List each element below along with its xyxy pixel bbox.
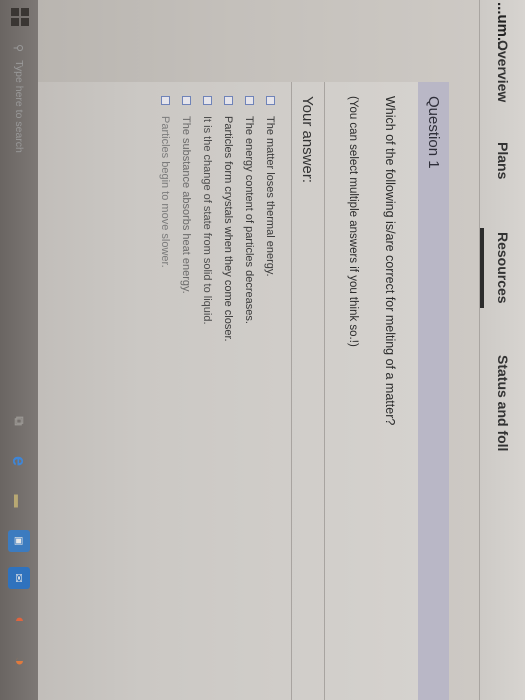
question-header: Question 1 xyxy=(418,82,449,700)
answer-title: Your answer: xyxy=(291,82,324,700)
answer-option[interactable]: The substance absorbs heat energy. xyxy=(176,96,197,700)
windows-start-icon[interactable] xyxy=(11,8,29,26)
option-label: It is the change of state from solid to … xyxy=(201,116,214,325)
question-text: Which of the following is/are correct fo… xyxy=(383,96,397,426)
answer-option[interactable]: It is the change of state from solid to … xyxy=(197,96,218,700)
option-label: The substance absorbs heat energy. xyxy=(180,116,193,294)
mail-icon[interactable]: ✉ xyxy=(8,567,30,589)
screen: ...um... Overview Plans Resources Status… xyxy=(0,0,525,700)
tab-resources[interactable]: Resources xyxy=(480,222,525,314)
top-navigation: ...um... Overview Plans Resources Status… xyxy=(479,0,525,700)
question-hint: (You can select multiple answers if you … xyxy=(347,96,359,347)
answer-option[interactable]: The matter loses thermal energy. xyxy=(260,96,281,700)
app-icon[interactable]: ◐ xyxy=(8,610,30,632)
store-icon[interactable]: ▣ xyxy=(8,530,30,552)
taskbar-search[interactable]: ⚲ Type here to search xyxy=(2,34,36,414)
option-checkbox[interactable] xyxy=(161,96,170,105)
question-panel: Question 1 Which of the following is/are… xyxy=(9,82,449,700)
answer-option[interactable]: Particles begin to move slower. xyxy=(155,96,176,700)
task-view-icon[interactable]: ⧉ xyxy=(8,410,30,432)
tab-overview[interactable]: Overview xyxy=(480,30,525,112)
answer-options: The matter loses thermal energy. The ene… xyxy=(155,82,291,700)
edge-icon[interactable]: e xyxy=(8,450,30,472)
app-icon[interactable]: ◑ xyxy=(8,650,30,672)
taskbar: ⚲ Type here to search ⧉ e ▬ ▣ ✉ ◐ ◑ xyxy=(0,0,38,700)
search-icon: ⚲ xyxy=(12,44,25,53)
tab-status-and-follow[interactable]: Status and foll xyxy=(480,345,525,461)
option-label: The matter loses thermal energy. xyxy=(264,116,277,277)
search-placeholder: Type here to search xyxy=(13,60,25,153)
answer-option[interactable]: Particles form crystals when they come c… xyxy=(218,96,239,700)
tab-plans[interactable]: Plans xyxy=(480,132,525,189)
option-label: Particles begin to move slower. xyxy=(159,116,172,268)
option-checkbox[interactable] xyxy=(203,96,212,105)
option-label: Particles form crystals when they come c… xyxy=(222,116,235,342)
option-checkbox[interactable] xyxy=(266,96,275,105)
option-label: The energy content of particles decrease… xyxy=(243,116,256,324)
option-checkbox[interactable] xyxy=(224,96,233,105)
answer-option[interactable]: The energy content of particles decrease… xyxy=(239,96,260,700)
file-explorer-icon[interactable]: ▬ xyxy=(8,490,30,512)
answer-section: Your answer: The matter loses thermal en… xyxy=(35,82,325,700)
option-checkbox[interactable] xyxy=(245,96,254,105)
option-checkbox[interactable] xyxy=(182,96,191,105)
